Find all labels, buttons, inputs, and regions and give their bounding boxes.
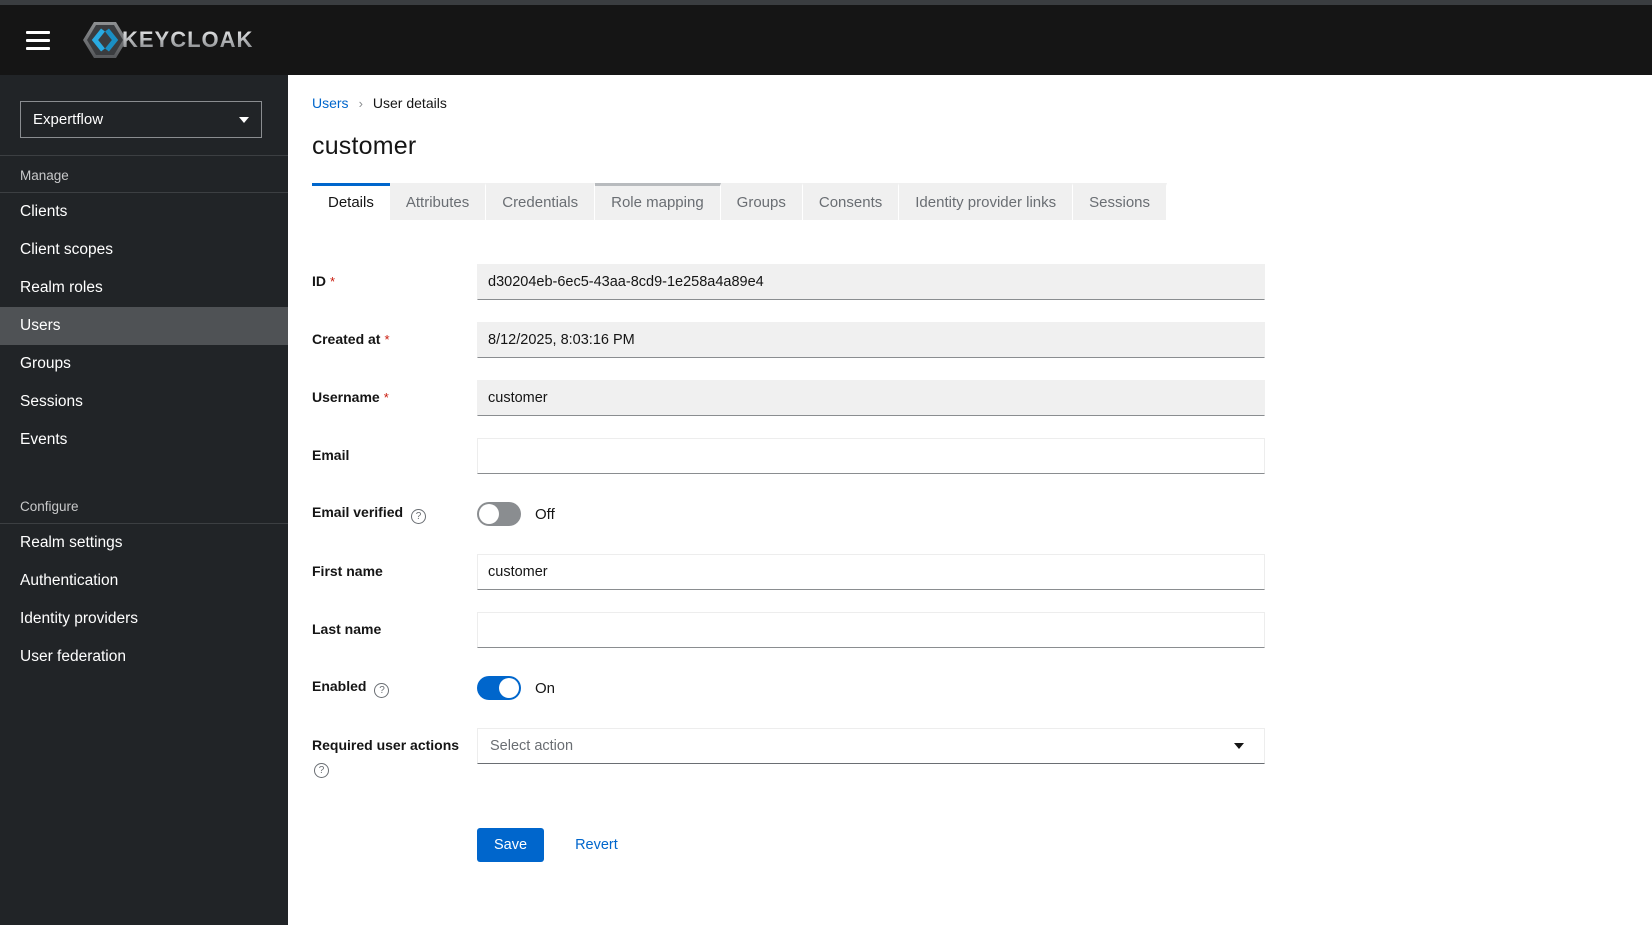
sidebar-item-identity-providers[interactable]: Identity providers (0, 600, 288, 638)
tab-identity-provider-links[interactable]: Identity provider links (899, 183, 1074, 220)
sidebar-item-clients[interactable]: Clients (0, 193, 288, 231)
breadcrumb-current: User details (372, 95, 447, 111)
realm-selector[interactable]: Expertflow (20, 101, 262, 138)
main-content: Users › User details customer Details At… (288, 75, 1652, 925)
email-label: Email (312, 447, 350, 463)
tab-groups[interactable]: Groups (720, 183, 803, 220)
required-asterisk: * (384, 332, 390, 347)
form-row-email: Email (312, 438, 1628, 474)
toggle-knob (479, 504, 499, 524)
chevron-down-icon (1234, 743, 1244, 749)
form-row-username: Username * (312, 380, 1628, 416)
username-label: Username (312, 389, 380, 405)
keycloak-logo: KEYCLOAK (82, 20, 253, 60)
enabled-label: Enabled (312, 678, 367, 694)
masthead: KEYCLOAK (0, 5, 1652, 75)
id-field (477, 264, 1265, 300)
form-row-id: ID * (312, 264, 1628, 300)
sidebar-item-sessions[interactable]: Sessions (0, 383, 288, 421)
sidebar-divider (0, 155, 288, 156)
breadcrumb-separator-icon: › (358, 95, 363, 111)
email-field[interactable] (477, 438, 1265, 474)
email-verified-toggle[interactable] (477, 502, 521, 526)
chevron-down-icon (239, 116, 249, 123)
created-at-label: Created at (312, 331, 381, 347)
sidebar: Expertflow Manage Clients Client scopes … (0, 75, 288, 925)
first-name-label: First name (312, 563, 383, 579)
tab-credentials[interactable]: Credentials (486, 183, 596, 220)
help-icon[interactable]: ? (374, 683, 390, 698)
username-field (477, 380, 1265, 416)
select-placeholder: Select action (490, 738, 574, 754)
form-actions: Save Revert (477, 828, 1628, 862)
created-at-field (477, 322, 1265, 358)
user-details-form: ID* Created at* Username* Email (312, 264, 1628, 862)
save-button[interactable]: Save (477, 828, 545, 862)
sidebar-item-client-scopes[interactable]: Client scopes (0, 231, 288, 269)
enabled-state: On (535, 679, 556, 697)
email-verified-label: Email verified (312, 504, 404, 520)
tab-attributes[interactable]: Attributes (389, 183, 487, 220)
form-row-created-at: Created at * (312, 322, 1628, 358)
form-row-last-name: Last name (312, 612, 1628, 648)
revert-button[interactable]: Revert (575, 837, 618, 853)
required-asterisk: * (330, 274, 336, 289)
form-row-first-name: First name (312, 554, 1628, 590)
toggle-knob (499, 678, 519, 698)
nav-section-manage: Manage Clients Client scopes Realm roles… (0, 158, 288, 459)
sidebar-item-authentication[interactable]: Authentication (0, 562, 288, 600)
nav-section-title-configure: Configure (0, 489, 288, 524)
tab-bar: Details Attributes Credentials Role mapp… (312, 183, 1628, 220)
last-name-label: Last name (312, 621, 382, 637)
help-icon[interactable]: ? (411, 509, 427, 524)
sidebar-item-realm-roles[interactable]: Realm roles (0, 269, 288, 307)
required-asterisk: * (383, 390, 389, 405)
first-name-field[interactable] (477, 554, 1265, 590)
form-row-required-user-actions: Required user actions ? Select action (312, 728, 1628, 778)
hamburger-menu-icon[interactable] (18, 20, 58, 60)
tab-sessions[interactable]: Sessions (1073, 183, 1168, 220)
id-label: ID (312, 273, 326, 289)
required-user-actions-label: Required user actions (312, 737, 460, 753)
form-row-email-verified: Email verified? Off (312, 496, 1628, 532)
required-user-actions-select[interactable]: Select action (477, 728, 1265, 764)
form-row-enabled: Enabled? On (312, 670, 1628, 706)
page-title: customer (312, 132, 417, 160)
last-name-field[interactable] (477, 612, 1265, 648)
email-verified-state: Off (535, 505, 555, 523)
sidebar-item-realm-settings[interactable]: Realm settings (0, 524, 288, 562)
tab-consents[interactable]: Consents (802, 183, 900, 220)
breadcrumb: Users › User details (312, 95, 1628, 111)
sidebar-item-user-federation[interactable]: User federation (0, 638, 288, 676)
breadcrumb-users-link[interactable]: Users (312, 95, 349, 111)
tab-role-mapping[interactable]: Role mapping (595, 183, 721, 220)
realm-name: Expertflow (33, 111, 104, 128)
sidebar-item-users[interactable]: Users (0, 307, 288, 345)
tab-details[interactable]: Details (312, 183, 390, 220)
brand-name: KEYCLOAK (122, 27, 254, 52)
enabled-toggle[interactable] (477, 676, 521, 700)
nav-section-configure: Configure Realm settings Authentication … (0, 489, 288, 676)
sidebar-item-groups[interactable]: Groups (0, 345, 288, 383)
nav-section-title-manage: Manage (0, 158, 288, 193)
help-icon[interactable]: ? (314, 763, 329, 778)
sidebar-item-events[interactable]: Events (0, 421, 288, 459)
